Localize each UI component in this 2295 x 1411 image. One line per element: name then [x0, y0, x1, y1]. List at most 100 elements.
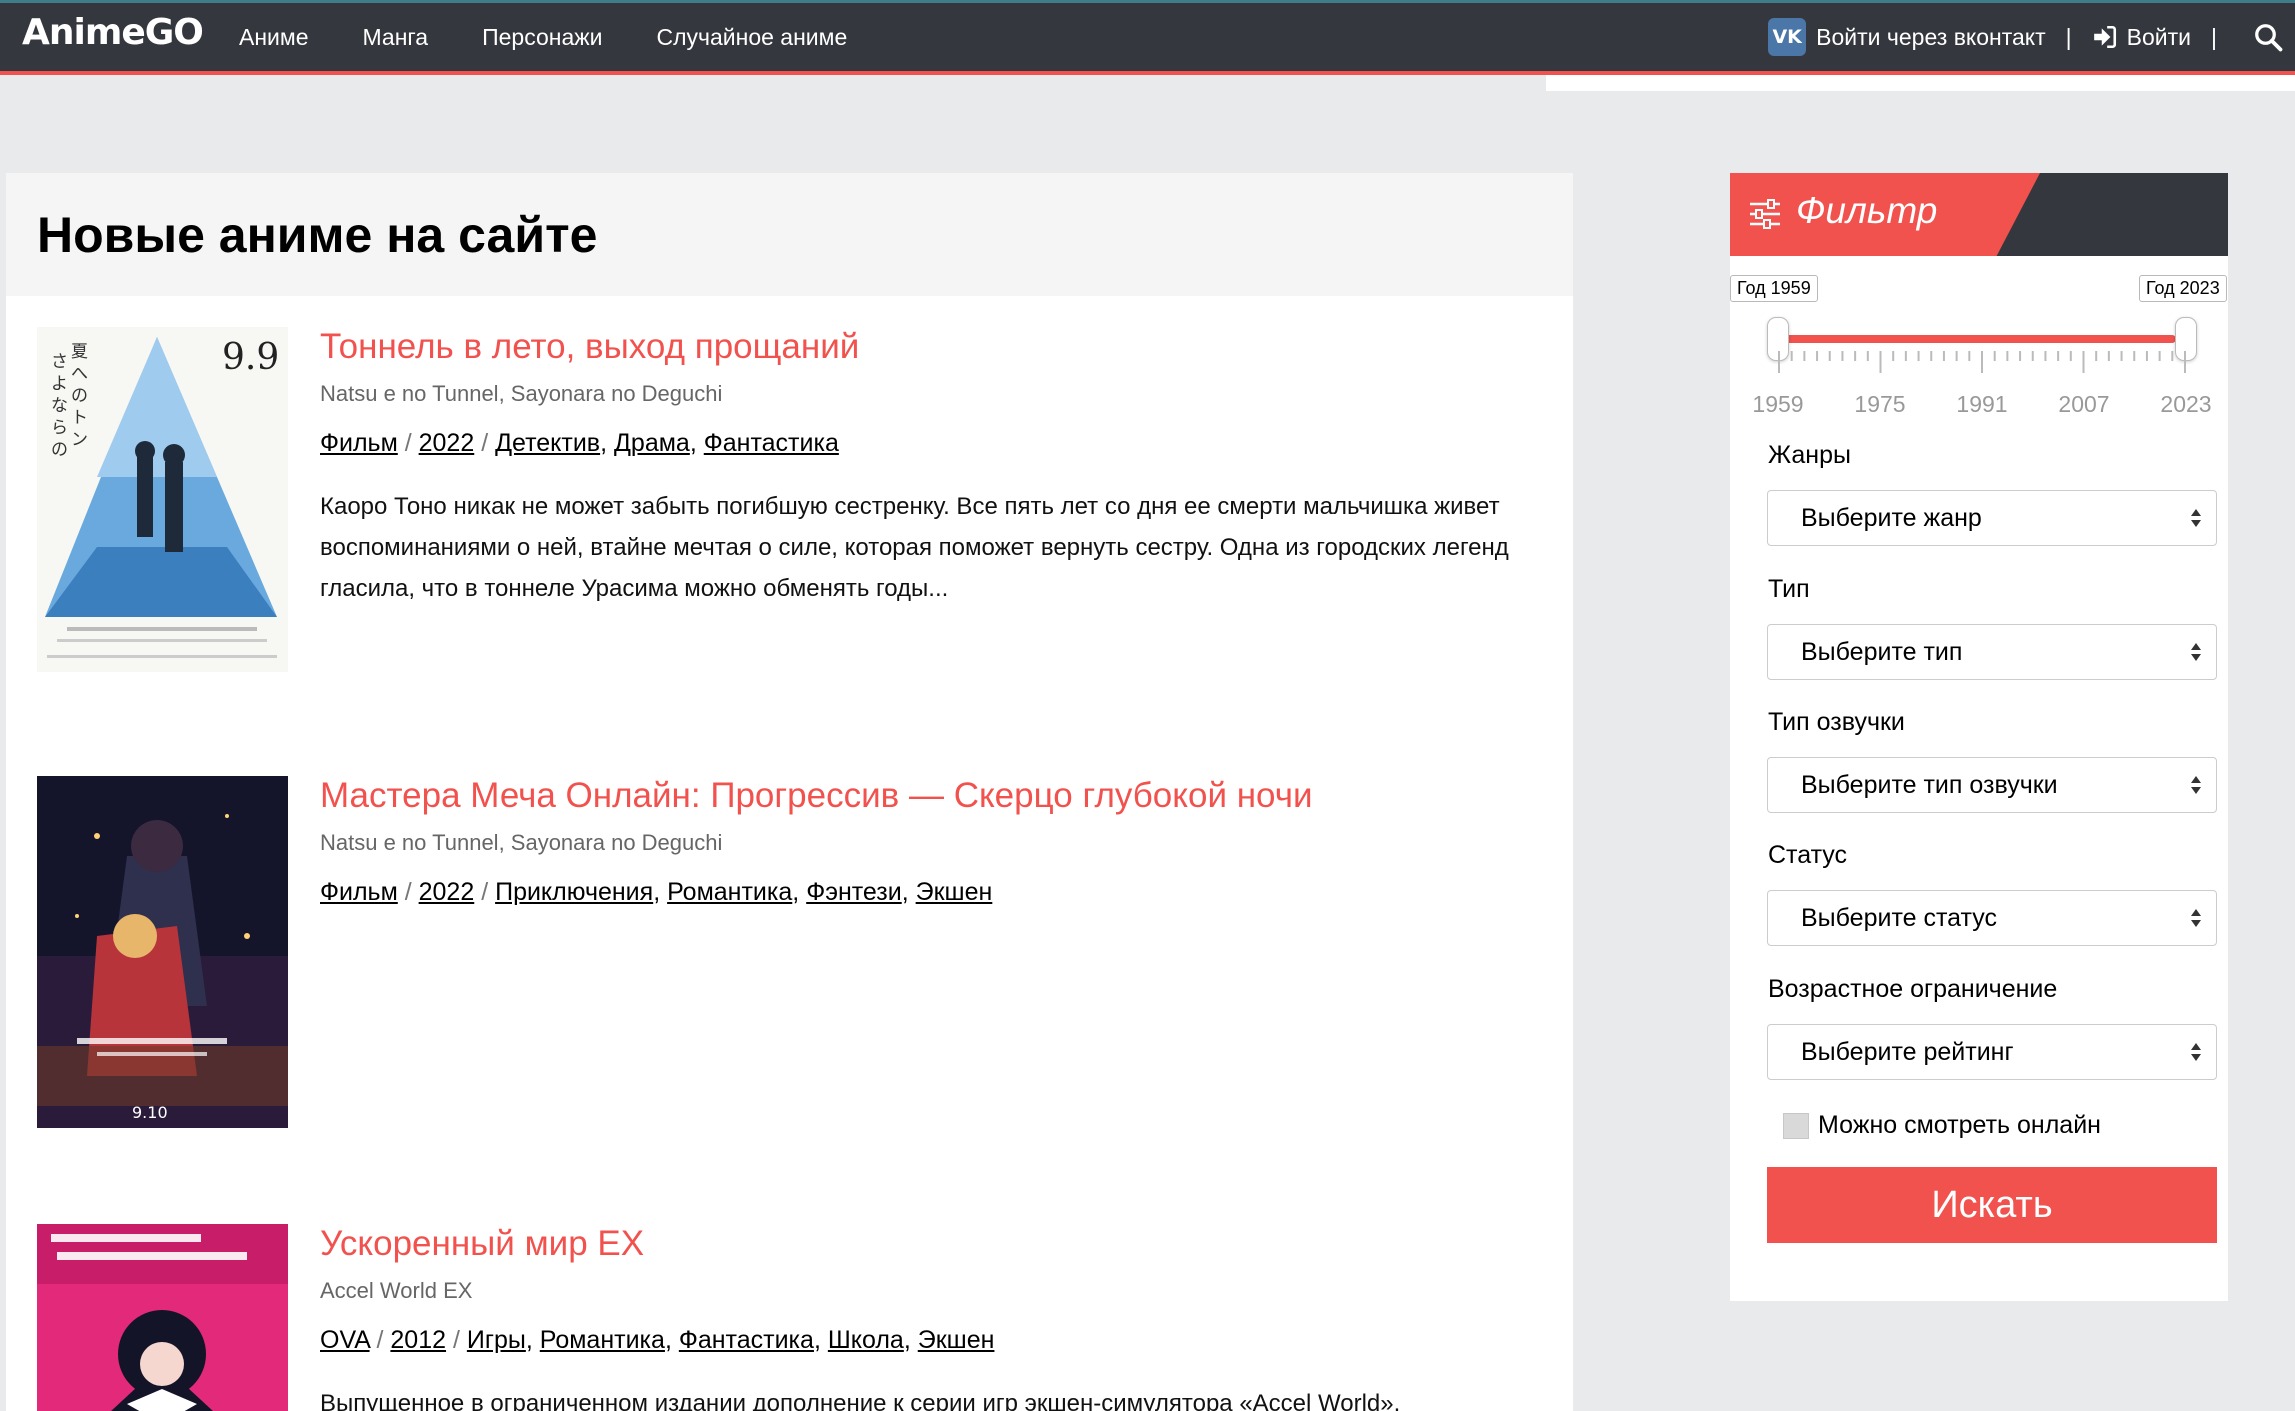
anime-original-title: Natsu e no Tunnel, Sayonara no Deguchi [320, 381, 723, 406]
svg-text:ト: ト [71, 408, 88, 428]
anime-tags: Фильм / 2022 / Детектив, Драма, Фантасти… [320, 429, 839, 457]
genres-label: Жанры [1768, 441, 1851, 469]
tag-genre[interactable]: Экшен [916, 878, 993, 906]
anime-poster[interactable]: 夏へのトン さよならの 9.9 [37, 327, 288, 672]
status-select-value: Выберите статус [1801, 903, 1997, 932]
nav-item-manga[interactable]: Манга [363, 24, 429, 51]
poster-date: 9.9 [222, 337, 279, 378]
anime-title[interactable]: Мастера Меча Онлайн: Прогрессив — Скерцо… [320, 776, 1550, 816]
vk-login-link[interactable]: Войти через вконтакт [1816, 24, 2046, 51]
year-to-tooltip: Год 2023 [2139, 275, 2227, 302]
filter-panel: Фильтр Год 1959 Год 2023 1959 1975 1991 … [1730, 173, 2228, 1301]
age-rating-select[interactable]: Выберите рейтинг [1767, 1024, 2217, 1080]
anime-title[interactable]: Тоннель в лето, выход прощаний [320, 327, 1550, 367]
vk-icon[interactable]: VK [1768, 18, 1807, 56]
voice-type-label: Тип озвучки [1768, 708, 1905, 736]
year-range-track[interactable] [1778, 335, 2176, 343]
main-content: Новые аниме на сайте 夏へのトン さよならの 9.9 Тон… [6, 173, 1573, 1411]
watch-online-checkbox[interactable] [1783, 1113, 1809, 1139]
tag-genre[interactable]: Фантастика [679, 1326, 814, 1354]
status-select[interactable]: Выберите статус [1767, 890, 2217, 946]
tag-type[interactable]: OVA [320, 1326, 370, 1354]
user-actions: VK Войти через вконтакт | Войти | [1768, 3, 2295, 71]
separator: | [2211, 23, 2217, 50]
tag-genre[interactable]: Детектив [495, 429, 600, 457]
nav-item-characters[interactable]: Персонажи [482, 24, 602, 51]
tag-genre[interactable]: Экшен [918, 1326, 995, 1354]
tag-genre[interactable]: Фантастика [704, 429, 839, 457]
page-title: Новые аниме на сайте [37, 206, 598, 263]
type-select-value: Выберите тип [1801, 637, 1963, 666]
year-from-tooltip: Год 1959 [1730, 275, 1818, 302]
nav-item-random-anime[interactable]: Случайное аниме [656, 24, 847, 51]
anime-info: Мастера Меча Онлайн: Прогрессив — Скерцо… [320, 776, 1550, 907]
anime-poster[interactable] [37, 1224, 288, 1411]
genre-select[interactable]: Выберите жанр [1767, 490, 2217, 546]
watch-online-label[interactable]: Можно смотреть онлайн [1818, 1111, 2101, 1140]
main-nav: Аниме Манга Персонажи Случайное аниме [239, 3, 901, 71]
login-icon[interactable] [2092, 24, 2118, 50]
age-rating-select-value: Выберите рейтинг [1801, 1037, 2014, 1066]
year-scale-label: 1975 [1854, 391, 1906, 417]
select-arrows-icon [2191, 509, 2201, 527]
svg-text:な: な [51, 396, 68, 416]
svg-text:ン: ン [71, 430, 88, 450]
age-rating-label: Возрастное ограничение [1768, 975, 2058, 1003]
anime-original-title: Natsu e no Tunnel, Sayonara no Deguchi [320, 830, 723, 855]
anime-description: Каоро Тоно никак не может забыть погибшу… [320, 493, 1509, 602]
anime-poster[interactable]: 9.10 [37, 776, 288, 1128]
tag-year[interactable]: 2022 [419, 878, 475, 906]
anime-tags: Фильм / 2022 / Приключения, Романтика, Ф… [320, 878, 993, 906]
tag-year[interactable]: 2022 [419, 429, 475, 457]
anime-original-title: Accel World EX [320, 1278, 473, 1303]
anime-info: Тоннель в лето, выход прощаний Natsu e n… [320, 327, 1550, 609]
voice-type-select-value: Выберите тип озвучки [1801, 770, 2058, 799]
tag-genre[interactable]: Романтика [667, 878, 792, 906]
content-header: Новые аниме на сайте [6, 173, 1573, 296]
login-link[interactable]: Войти [2127, 24, 2191, 51]
anime-info: Ускоренный мир EX Accel World EX OVA / 2… [320, 1224, 1550, 1411]
tag-genre[interactable]: Драма [614, 429, 690, 457]
select-arrows-icon [2191, 643, 2201, 661]
nav-item-anime[interactable]: Аниме [239, 24, 309, 51]
tag-type[interactable]: Фильм [320, 878, 398, 906]
poster-date: 9.10 [132, 1103, 168, 1122]
svg-text:の: の [51, 440, 68, 460]
svg-text:夏: 夏 [71, 342, 88, 362]
tag-genre[interactable]: Игры [467, 1326, 526, 1354]
site-logo[interactable]: AnimeGO [22, 12, 204, 53]
search-button[interactable]: Искать [1767, 1167, 2217, 1243]
select-arrows-icon [2191, 909, 2201, 927]
anime-title[interactable]: Ускоренный мир EX [320, 1224, 1550, 1264]
type-select[interactable]: Выберите тип [1767, 624, 2217, 680]
year-scale-label: 1959 [1752, 391, 1804, 417]
svg-text:ら: ら [51, 418, 68, 438]
tag-year[interactable]: 2012 [390, 1326, 446, 1354]
year-scale-label: 2023 [2160, 391, 2212, 417]
tag-genre[interactable]: Романтика [540, 1326, 665, 1354]
svg-text:へ: へ [71, 364, 88, 384]
tag-type[interactable]: Фильм [320, 429, 398, 457]
top-navbar: AnimeGO Аниме Манга Персонажи Случайное … [0, 0, 2295, 75]
separator: | [2065, 23, 2072, 50]
svg-text:の: の [71, 386, 88, 406]
anime-tags: OVA / 2012 / Игры, Романтика, Фантастика… [320, 1326, 995, 1354]
year-scale-ticks [1778, 351, 2186, 373]
anime-description: Выпущенное в ограниченном издании дополн… [320, 1390, 1401, 1411]
genre-select-value: Выберите жанр [1801, 503, 1982, 532]
year-scale-label: 2007 [2058, 391, 2110, 417]
select-arrows-icon [2191, 776, 2201, 794]
svg-text:よ: よ [51, 374, 68, 394]
year-range-slider: Год 1959 Год 2023 1959 1975 1991 2007 20… [1730, 173, 2228, 433]
tag-genre[interactable]: Фэнтези [806, 878, 902, 906]
select-arrows-icon [2191, 1043, 2201, 1061]
type-label: Тип [1768, 575, 1810, 603]
header-strip [1546, 75, 2295, 91]
year-scale-label: 1991 [1956, 391, 2008, 417]
voice-type-select[interactable]: Выберите тип озвучки [1767, 757, 2217, 813]
svg-text:さ: さ [51, 352, 68, 372]
tag-genre[interactable]: Приключения [495, 878, 653, 906]
search-icon[interactable] [2253, 22, 2283, 52]
tag-genre[interactable]: Школа [828, 1326, 904, 1354]
status-label: Статус [1768, 841, 1848, 869]
